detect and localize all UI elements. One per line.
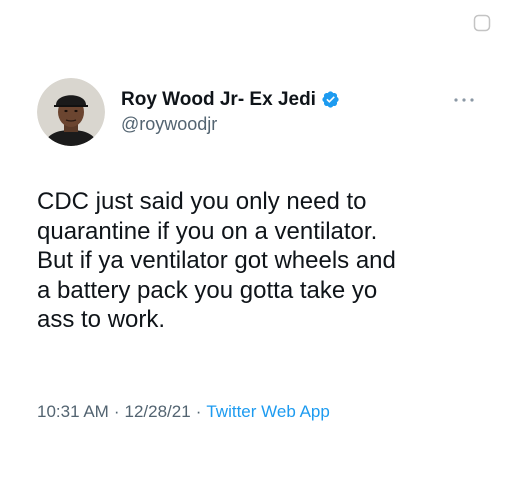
user-info: Roy Wood Jr- Ex Jedi @roywoodjr <box>121 89 340 136</box>
verified-badge-icon <box>322 91 339 108</box>
user-handle[interactable]: @roywoodjr <box>121 112 340 136</box>
square-icon[interactable] <box>473 14 491 32</box>
tweet-date[interactable]: 12/28/21 <box>125 402 191 421</box>
tweet-time[interactable]: 10:31 AM <box>37 402 109 421</box>
tweet-body: CDC just said you only need to quarantin… <box>37 188 396 333</box>
more-options-icon[interactable] <box>453 96 475 104</box>
separator: · <box>113 402 120 421</box>
tweet-header: Roy Wood Jr- Ex Jedi @roywoodjr <box>37 78 340 146</box>
name-row: Roy Wood Jr- Ex Jedi <box>121 89 340 111</box>
tweet-metadata: 10:31 AM · 12/28/21 · Twitter Web App <box>37 402 330 422</box>
tweet-source-link[interactable]: Twitter Web App <box>206 402 329 421</box>
tweet-screenshot: Roy Wood Jr- Ex Jedi @roywoodjr CDC just… <box>0 0 509 500</box>
display-name[interactable]: Roy Wood Jr- Ex Jedi <box>121 89 316 111</box>
separator: · <box>195 402 202 421</box>
avatar-image <box>37 78 105 146</box>
avatar[interactable] <box>37 78 105 146</box>
